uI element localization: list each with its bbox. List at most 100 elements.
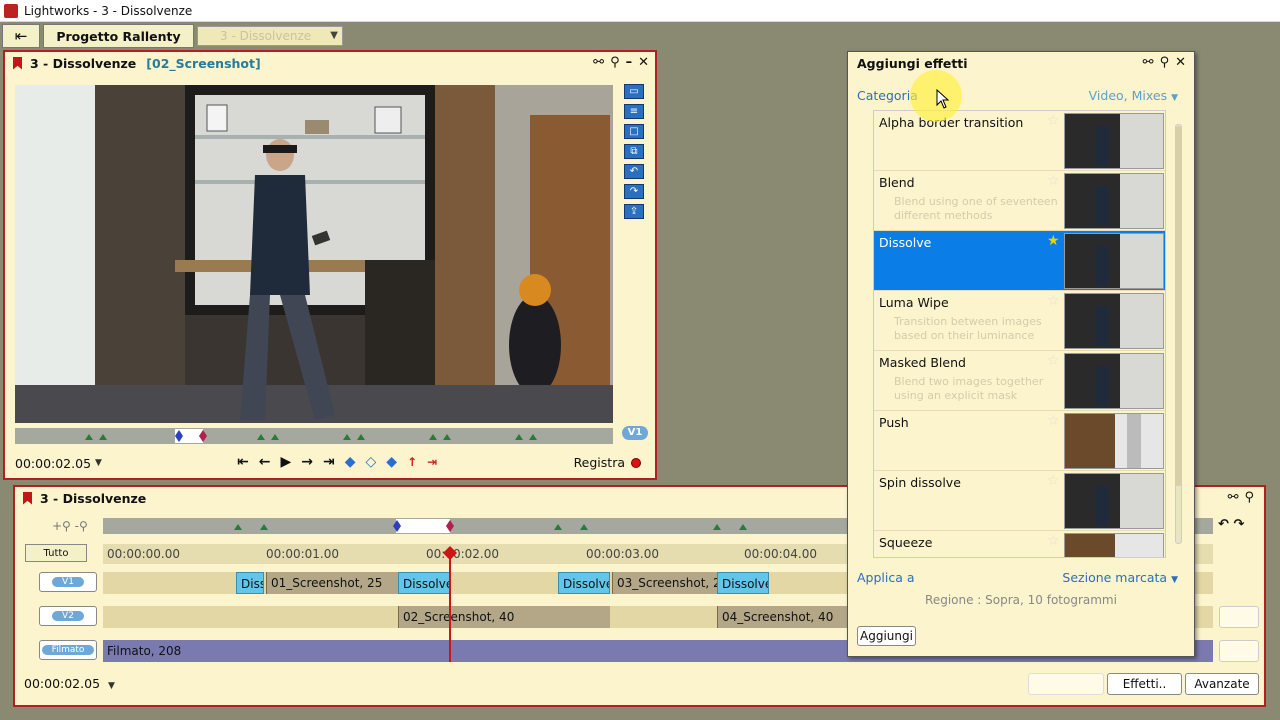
- pin-icon[interactable]: ⚲: [1160, 55, 1170, 70]
- tick-label: 00:00:04.00: [744, 547, 817, 561]
- effect-thumbnail: [1064, 293, 1164, 349]
- mark-in-icon[interactable]: ◆: [345, 454, 356, 470]
- viewer-scrub-bar[interactable]: [15, 428, 613, 444]
- tracks-icon[interactable]: ≡: [624, 104, 644, 119]
- clip-dissolve[interactable]: Dissolve: [717, 572, 769, 594]
- effect-thumbnail: [1064, 533, 1164, 557]
- video-frame[interactable]: [15, 85, 613, 423]
- mouse-cursor-icon: [936, 89, 950, 109]
- project-button[interactable]: Progetto Rallenty: [43, 24, 194, 48]
- clip-video[interactable]: 03_Screenshot, 2: [612, 572, 717, 594]
- frame-icon[interactable]: □: [624, 124, 644, 139]
- step-back-icon[interactable]: ←: [259, 454, 271, 470]
- timeline-playhead[interactable]: [449, 548, 451, 662]
- region-info: Regione : Sopra, 10 fotogrammi: [925, 593, 1117, 607]
- effect-item-spin-dissolve[interactable]: Spin dissolve ☆: [874, 471, 1165, 531]
- link-icon[interactable]: ⚯: [1143, 55, 1154, 70]
- export-icon[interactable]: ⇪: [624, 204, 644, 219]
- favorite-star-icon[interactable]: ☆: [1047, 113, 1060, 129]
- effect-thumbnail: [1064, 413, 1164, 469]
- mark-clip-icon[interactable]: ◇: [366, 454, 377, 470]
- viewer-subtitle: [02_Screenshot]: [146, 55, 261, 71]
- replace-icon[interactable]: ⇥: [427, 455, 437, 469]
- record-control[interactable]: Registra: [574, 455, 641, 470]
- favorite-star-icon[interactable]: ☆: [1047, 293, 1060, 309]
- link-icon[interactable]: ⚯: [593, 55, 604, 70]
- effect-item-push[interactable]: Push ☆: [874, 411, 1165, 471]
- chevron-down-icon[interactable]: ▼: [108, 681, 115, 691]
- scrollbar-thumb[interactable]: [1175, 126, 1182, 486]
- effect-description: Blend using one of seventeen different m…: [894, 195, 1058, 222]
- category-select[interactable]: Video, Mixes ▼: [1089, 88, 1178, 103]
- chevron-down-icon[interactable]: ▼: [95, 458, 102, 468]
- clip-video[interactable]: 01_Screenshot, 25: [266, 572, 398, 594]
- effect-name: Spin dissolve: [879, 475, 961, 490]
- clip-video[interactable]: 04_Screenshot, 40: [717, 606, 847, 628]
- disabled-button: [1028, 673, 1104, 695]
- viewer-timecode[interactable]: 00:00:02.05: [15, 456, 91, 471]
- effect-name: Push: [879, 415, 909, 430]
- favorite-star-icon[interactable]: ☆: [1047, 173, 1060, 189]
- apply-to-select[interactable]: Sezione marcata ▼: [1062, 570, 1178, 585]
- effect-item-luma-wipe[interactable]: Luma Wipe Transition between images base…: [874, 291, 1165, 351]
- clip-dissolve[interactable]: Diss: [236, 572, 264, 594]
- favorite-star-icon[interactable]: ☆: [1047, 353, 1060, 369]
- copy-icon[interactable]: ⧉: [624, 144, 644, 159]
- redo-icon[interactable]: ↷: [624, 184, 644, 199]
- effect-item-dissolve[interactable]: Dissolve ★: [874, 231, 1165, 291]
- effect-item-squeeze[interactable]: Squeeze ☆: [874, 531, 1165, 557]
- close-icon[interactable]: ✕: [1175, 55, 1186, 70]
- play-icon[interactable]: ▶: [280, 454, 291, 470]
- advanced-button[interactable]: Avanzate: [1185, 673, 1259, 695]
- favorite-star-icon[interactable]: ★: [1047, 233, 1060, 249]
- track-header-v2[interactable]: V2: [39, 606, 97, 626]
- mark-out-icon[interactable]: ◆: [386, 454, 397, 470]
- clip-dissolve[interactable]: Dissolve: [398, 572, 450, 594]
- effect-item-masked-blend[interactable]: Masked Blend Blend two images together u…: [874, 351, 1165, 411]
- step-forward-icon[interactable]: →: [301, 454, 313, 470]
- clip-video[interactable]: 02_Screenshot, 40: [398, 606, 610, 628]
- chevron-down-icon: ▼: [330, 30, 338, 41]
- timeline-timecode[interactable]: 00:00:02.05: [24, 676, 100, 691]
- redo-icon[interactable]: ↷: [1233, 517, 1244, 532]
- close-icon[interactable]: ✕: [638, 55, 649, 70]
- show-all-button[interactable]: Tutto: [25, 544, 87, 562]
- track-label: V1: [52, 577, 84, 587]
- folder-icon[interactable]: ▭: [624, 84, 644, 99]
- go-to-start-icon[interactable]: ⇤: [237, 454, 249, 470]
- undo-icon[interactable]: ↶: [624, 164, 644, 179]
- effects-button[interactable]: Effetti..: [1107, 673, 1182, 695]
- track-header-v1[interactable]: V1: [39, 572, 97, 592]
- minimize-icon[interactable]: –: [626, 55, 633, 70]
- chevron-down-icon: ▼: [1171, 93, 1178, 103]
- effect-item-blend[interactable]: Blend Blend using one of seventeen diffe…: [874, 171, 1165, 231]
- bookmark-flag-icon: [23, 491, 32, 505]
- transport-controls: ⇤ ← ▶ → ⇥ ◆ ◇ ◆ ↑ ⇥: [237, 454, 437, 470]
- zoom-out-icon[interactable]: -⚲: [75, 519, 88, 533]
- zoom-in-icon[interactable]: +⚲: [52, 519, 71, 533]
- favorite-star-icon[interactable]: ☆: [1047, 473, 1060, 489]
- clip-dissolve[interactable]: Dissolve: [558, 572, 610, 594]
- clip-audio[interactable]: Filmato, 208: [103, 640, 847, 662]
- insert-icon[interactable]: ↑: [407, 455, 417, 469]
- add-effects-panel: Aggiungi effetti ⚯ ⚲ ✕ Categoria Video, …: [847, 51, 1195, 657]
- undo-icon[interactable]: ↶: [1218, 517, 1229, 532]
- link-icon[interactable]: ⚯: [1228, 490, 1239, 505]
- track-header-filmato[interactable]: Filmato: [39, 640, 97, 660]
- exit-project-button[interactable]: ⇤: [2, 24, 40, 48]
- pin-icon[interactable]: ⚲: [610, 55, 620, 70]
- pin-icon[interactable]: ⚲: [1244, 490, 1254, 505]
- favorite-star-icon[interactable]: ☆: [1047, 533, 1060, 549]
- viewer-titlebar: 3 - Dissolvenze [02_Screenshot] ⚯ ⚲ – ✕: [5, 52, 655, 74]
- video-frame-image: [15, 85, 613, 423]
- track-badge[interactable]: V1: [622, 426, 648, 440]
- add-effect-button[interactable]: Aggiungi: [857, 626, 916, 646]
- effect-thumbnail: [1064, 473, 1164, 529]
- favorite-star-icon[interactable]: ☆: [1047, 413, 1060, 429]
- effects-list-scrollbar[interactable]: [1172, 114, 1184, 554]
- effects-list[interactable]: Alpha border transition ☆ Blend Blend us…: [873, 110, 1166, 558]
- category-label: Categoria: [857, 88, 918, 103]
- effect-item-alpha-border-transition[interactable]: Alpha border transition ☆: [874, 111, 1165, 171]
- edit-select[interactable]: 3 - Dissolvenze ▼: [197, 26, 343, 46]
- go-to-end-icon[interactable]: ⇥: [323, 454, 335, 470]
